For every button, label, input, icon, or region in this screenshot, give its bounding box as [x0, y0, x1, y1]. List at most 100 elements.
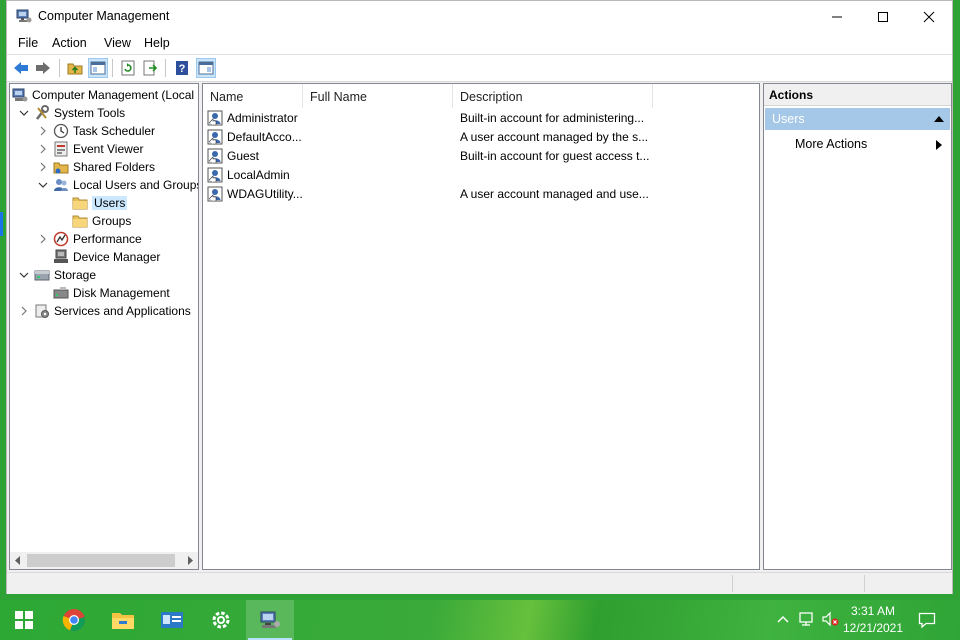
collapse-chevron-icon[interactable]: [18, 269, 30, 281]
user-row[interactable]: LocalAdmin: [207, 166, 757, 185]
status-segment: [732, 575, 865, 592]
computer-management-taskbar-button[interactable]: [246, 600, 294, 640]
svg-text:?: ?: [179, 63, 186, 75]
refresh-button[interactable]: [118, 58, 138, 78]
expand-chevron-icon[interactable]: [37, 233, 49, 245]
column-header-name[interactable]: Name: [203, 84, 303, 108]
actions-pane: Actions Users More Actions: [763, 83, 952, 570]
tree-node-label: Event Viewer: [73, 142, 144, 156]
collapse-chevron-icon[interactable]: [37, 179, 49, 191]
file-explorer-icon: [112, 613, 134, 629]
expand-chevron-icon[interactable]: [18, 305, 30, 317]
start-button[interactable]: [0, 600, 48, 640]
tree-node-label: Services and Applications: [54, 304, 191, 318]
forward-button[interactable]: [33, 58, 53, 78]
back-button[interactable]: [11, 58, 31, 78]
tree-node-label: Disk Management: [73, 286, 170, 300]
file-explorer-taskbar-button[interactable]: [99, 600, 147, 640]
column-header-full-name[interactable]: Full Name: [303, 84, 453, 108]
expand-chevron-icon[interactable]: [37, 143, 49, 155]
user-row[interactable]: DefaultAcco... A user account managed by …: [207, 128, 757, 147]
show-hidden-icons-button[interactable]: [773, 609, 793, 629]
notification-icon: [918, 612, 936, 628]
tree-node-label: System Tools: [54, 106, 126, 120]
close-button[interactable]: [906, 1, 952, 32]
volume-muted-icon: [822, 611, 839, 627]
contact-card-icon: [161, 612, 183, 628]
refresh-icon: [121, 60, 135, 76]
tree-node-performance[interactable]: Performance: [37, 230, 142, 248]
tree-node-local-users-and-groups[interactable]: Local Users and Groups: [37, 176, 198, 194]
user-row[interactable]: WDAGUtility... A user account managed and…: [207, 185, 757, 204]
windows-logo-icon: [15, 611, 33, 629]
tree-node-event-viewer[interactable]: Event Viewer: [37, 140, 143, 158]
disk-icon: [53, 285, 69, 301]
control-panel-taskbar-button[interactable]: [148, 600, 196, 640]
up-one-level-button[interactable]: [65, 58, 85, 78]
scroll-right-icon: [188, 556, 193, 565]
computer-management-app-icon: [16, 8, 32, 24]
settings-gear-icon: [212, 611, 230, 629]
expand-chevron-icon[interactable]: [37, 125, 49, 137]
tree-node-device-manager[interactable]: Device Manager: [37, 248, 160, 266]
close-icon: [923, 11, 935, 22]
export-list-button[interactable]: [141, 58, 161, 78]
menu-action[interactable]: Action: [52, 36, 87, 50]
maximize-button[interactable]: [860, 1, 906, 32]
column-header-description[interactable]: Description: [453, 84, 653, 108]
actions-section-users[interactable]: Users: [765, 108, 950, 130]
toolbar-separator: [165, 59, 166, 77]
horizontal-scrollbar[interactable]: [10, 552, 198, 569]
chrome-taskbar-button[interactable]: [50, 600, 98, 640]
tree-node-system-tools[interactable]: System Tools: [18, 104, 125, 122]
collapse-chevron-icon[interactable]: [18, 107, 30, 119]
user-row[interactable]: Guest Built-in account for guest access t…: [207, 147, 757, 166]
tree-node-storage[interactable]: Storage: [18, 266, 96, 284]
scroll-left-icon: [15, 556, 20, 565]
action-center-button[interactable]: [917, 610, 937, 630]
network-tray-button[interactable]: [797, 609, 817, 629]
show-hide-action-pane-button[interactable]: [196, 58, 216, 78]
more-actions-label: More Actions: [795, 137, 868, 151]
folder-icon: [72, 195, 88, 211]
results-list[interactable]: Name Full Name Description Administrator…: [202, 83, 760, 570]
expand-chevron-icon[interactable]: [37, 161, 49, 173]
system-clock[interactable]: 3:31 AM 12/21/2021: [842, 603, 904, 637]
toolbar-separator: [112, 59, 113, 77]
user-name-cell: Guest: [227, 149, 260, 163]
volume-tray-button[interactable]: [820, 609, 840, 629]
user-name-cell: WDAGUtility...: [227, 187, 303, 201]
submenu-arrow-icon: [936, 140, 942, 150]
back-arrow-icon: [14, 62, 28, 74]
help-button[interactable]: ?: [172, 58, 192, 78]
user-account-icon: [207, 129, 223, 145]
system-tools-icon: [34, 105, 50, 121]
user-account-icon: [207, 167, 223, 183]
minimize-button[interactable]: [814, 1, 860, 32]
show-hide-console-tree-button[interactable]: [88, 58, 108, 78]
tree-node-groups[interactable]: Groups: [56, 212, 131, 230]
tree-node-services-and-applications[interactable]: Services and Applications: [18, 302, 191, 320]
tree-node-task-scheduler[interactable]: Task Scheduler: [37, 122, 155, 140]
menu-file[interactable]: File: [18, 36, 38, 50]
settings-taskbar-button[interactable]: [197, 600, 245, 640]
title-bar[interactable]: Computer Management: [7, 1, 952, 32]
console-tree[interactable]: Computer Management (Local System Tools Ta…: [9, 83, 199, 570]
console-tree-icon: [90, 61, 106, 75]
tree-node-computer-management-local[interactable]: Computer Management (Local: [12, 86, 194, 104]
desktop-edge-indicator: [0, 212, 3, 236]
menu-view[interactable]: View: [104, 36, 131, 50]
status-bar: [7, 572, 952, 594]
tree-node-shared-folders[interactable]: Shared Folders: [37, 158, 155, 176]
clock-date: 12/21/2021: [842, 621, 904, 635]
more-actions-item[interactable]: More Actions: [795, 137, 867, 151]
tree-node-disk-management[interactable]: Disk Management: [37, 284, 170, 302]
user-account-icon: [207, 186, 223, 202]
menu-help[interactable]: Help: [144, 36, 170, 50]
folder-up-icon: [67, 63, 83, 75]
tree-node-users[interactable]: Users: [56, 194, 128, 212]
folder-icon: [72, 213, 88, 229]
scrollbar-thumb[interactable]: [27, 554, 175, 567]
user-row[interactable]: Administrator Built-in account for admini…: [207, 109, 757, 128]
